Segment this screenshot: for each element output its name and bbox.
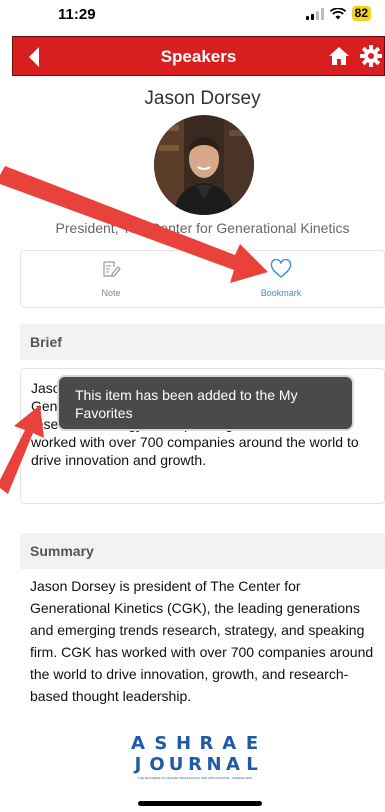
arrow-to-toast: [0, 405, 44, 494]
annotation-arrows: [0, 166, 268, 494]
logo-line-2: JOURNAL: [134, 754, 258, 775]
arrow-to-bookmark: [0, 166, 268, 283]
home-indicator: [138, 801, 262, 806]
ashrae-journal-logo: ASHRAE JOURNAL THE MAGAZINE OF HVAC&R TE…: [129, 733, 261, 780]
logo-line-1: ASHRAE: [131, 733, 259, 754]
logo-tagline: THE MAGAZINE OF HVAC&R TECHNOLOGY AND AP…: [137, 776, 253, 780]
